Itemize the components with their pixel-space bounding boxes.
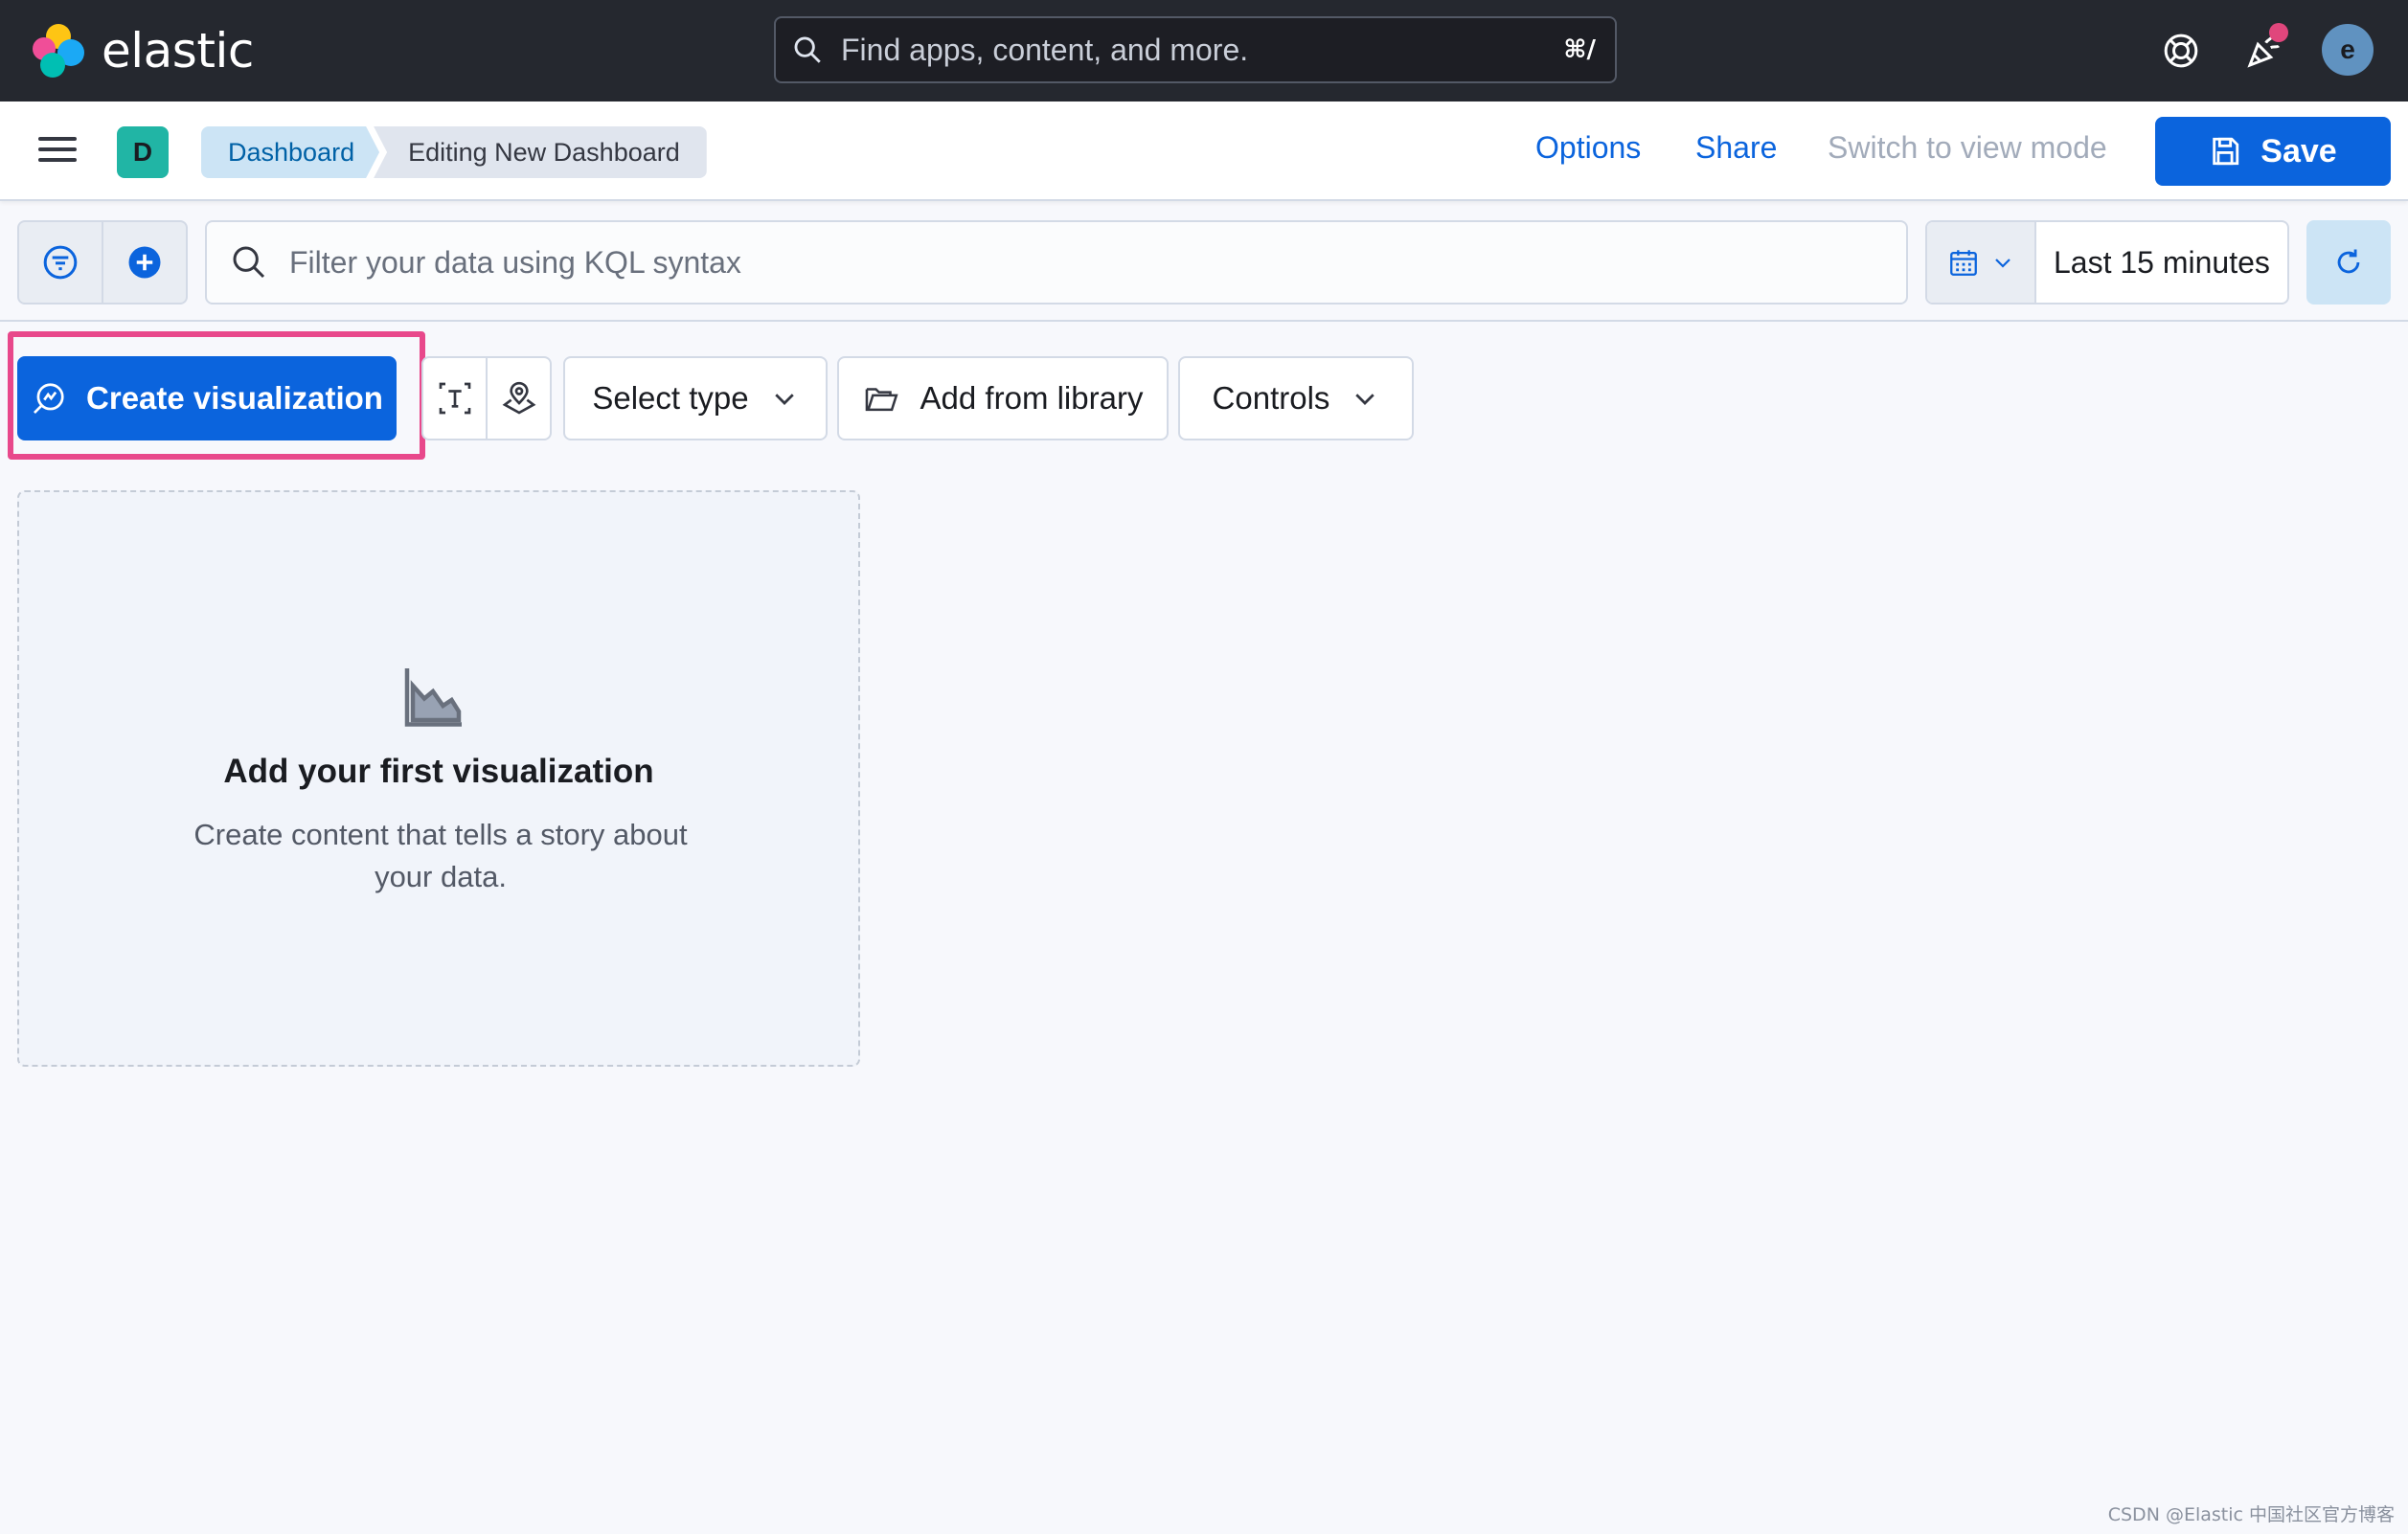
breadcrumb-dashboard[interactable]: Dashboard: [201, 126, 379, 178]
add-from-library-label: Add from library: [920, 380, 1144, 416]
search-icon: [794, 36, 821, 63]
refresh-button[interactable]: [2306, 220, 2391, 305]
add-from-library-button[interactable]: Add from library: [837, 356, 1169, 440]
watermark: CSDN @Elastic 中国社区官方博客: [2107, 1504, 2395, 1525]
chevron-down-icon: [1355, 394, 1375, 405]
save-button-label: Save: [2260, 132, 2337, 169]
quick-select-button[interactable]: [1927, 222, 2036, 303]
add-filter-button[interactable]: [102, 222, 186, 303]
elastic-home-link[interactable]: elastic: [33, 23, 254, 79]
create-visualization-label: Create visualization: [86, 380, 383, 416]
filter-icon: [43, 245, 78, 280]
chevron-down-icon: [774, 394, 794, 405]
refresh-icon: [2337, 249, 2360, 274]
query-bar: Last 15 minutes: [0, 203, 2408, 322]
switch-to-view-mode-button[interactable]: Switch to view mode: [1828, 130, 2107, 166]
options-button[interactable]: Options: [1535, 130, 1641, 166]
global-search[interactable]: ⌘/: [774, 16, 1617, 83]
global-search-input[interactable]: [841, 18, 1564, 81]
create-visualization-button[interactable]: Create visualization: [17, 356, 397, 440]
breadcrumb-editing-new-dashboard: Editing New Dashboard: [374, 126, 707, 178]
filter-controls: [17, 220, 188, 305]
help-menu-button[interactable]: [2155, 25, 2207, 77]
space-selector[interactable]: D: [117, 126, 169, 178]
area-chart-icon: [404, 668, 462, 727]
kql-query-input[interactable]: [289, 222, 1906, 303]
plus-circle-icon: [128, 246, 161, 279]
global-header: elastic ⌘/ e: [0, 0, 2408, 102]
elastic-logo-icon: [33, 24, 86, 78]
app-header: D Dashboard Editing New Dashboard Option…: [0, 102, 2408, 201]
calendar-icon: [1950, 250, 1977, 276]
add-map-button[interactable]: [486, 358, 550, 439]
quick-add-group: [421, 356, 552, 440]
brand-name: elastic: [102, 23, 254, 79]
empty-dashboard-panel: Add your first visualization Create cont…: [17, 490, 860, 1067]
menu-toggle-button[interactable]: [38, 132, 77, 170]
select-type-label: Select type: [592, 380, 749, 416]
search-shortcut-hint: ⌘/: [1563, 35, 1596, 64]
empty-state-title: Add your first visualization: [223, 753, 654, 790]
add-text-button[interactable]: [423, 358, 486, 439]
folder-icon: [865, 388, 898, 412]
kql-search-field[interactable]: [205, 220, 1908, 305]
share-button[interactable]: Share: [1695, 130, 1777, 166]
hamburger-icon: [38, 137, 77, 141]
save-icon: [2213, 137, 2239, 166]
date-picker: Last 15 minutes: [1925, 220, 2289, 305]
time-range-display[interactable]: Last 15 minutes: [2036, 222, 2287, 303]
controls-label: Controls: [1212, 380, 1330, 416]
chevron-down-icon: [1995, 259, 2010, 268]
notification-dot: [2269, 23, 2288, 42]
filter-menu-button[interactable]: [19, 222, 102, 303]
user-avatar[interactable]: e: [2322, 24, 2374, 76]
text-icon: [439, 382, 470, 415]
map-pin-icon: [502, 381, 535, 415]
save-button[interactable]: Save: [2155, 117, 2391, 186]
breadcrumb: Dashboard Editing New Dashboard: [201, 126, 707, 178]
select-type-button[interactable]: Select type: [563, 356, 828, 440]
empty-state-description: Create content that tells a story about …: [193, 818, 688, 893]
search-icon: [233, 246, 265, 279]
controls-button[interactable]: Controls: [1178, 356, 1414, 440]
help-icon: [2164, 34, 2198, 68]
lens-icon: [34, 383, 64, 414]
newsfeed-button[interactable]: [2238, 23, 2290, 77]
